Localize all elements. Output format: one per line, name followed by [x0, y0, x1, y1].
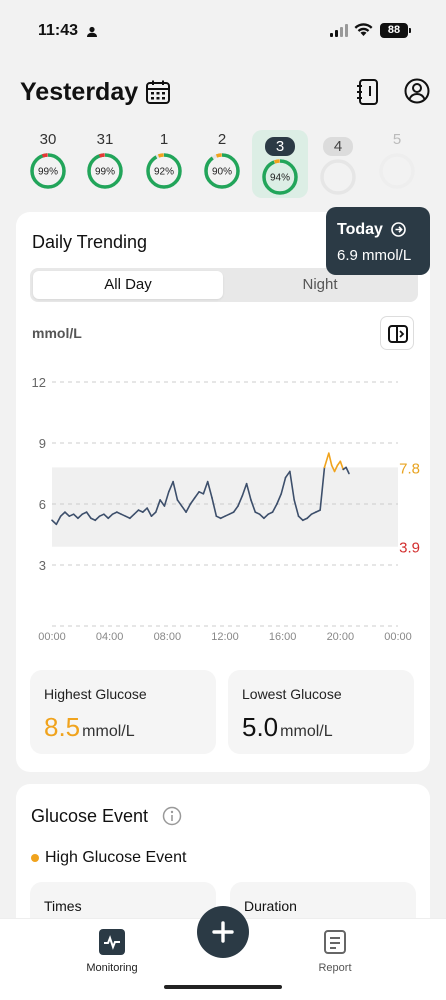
out-of-range-marker	[273, 159, 280, 164]
day-progress-ring	[320, 159, 356, 195]
tab-monitoring[interactable]: Monitoring	[72, 929, 152, 974]
day-item[interactable]: 1 92%	[136, 130, 192, 198]
day-percent: 99%	[38, 167, 58, 178]
calendar-icon[interactable]	[145, 79, 171, 110]
y-tick-label: 9	[39, 436, 46, 451]
day-number: 1	[159, 131, 169, 148]
times-label: Times	[44, 898, 82, 914]
report-icon	[324, 930, 346, 954]
day-item[interactable]: 31 99%	[77, 130, 133, 198]
profile-icon[interactable]	[404, 78, 430, 109]
glucose-chart: 12 9 6 3 7.8 3.9 00:00 04:00 08:00 12:00 16:00 20:0…	[32, 375, 420, 643]
lowest-glucose-value-row: 5.0 mmol/L	[242, 712, 333, 743]
logbook-icon[interactable]	[356, 78, 380, 111]
daily-trending-card: Daily Trending All Day Night mmol/L 12 9 6…	[16, 212, 430, 772]
tab-night[interactable]: Night	[225, 271, 415, 299]
glucose-line-segment	[327, 452, 333, 467]
tab-all-day[interactable]: All Day	[33, 271, 223, 299]
day-number: 5	[392, 131, 402, 148]
lowest-glucose-unit: mmol/L	[280, 723, 333, 740]
status-time: 11:43	[38, 22, 79, 39]
plus-icon	[212, 921, 234, 943]
highest-glucose-label: Highest Glucose	[44, 686, 147, 702]
day-number: 30	[39, 131, 57, 148]
day-number: 2	[217, 131, 227, 148]
day-progress-ring: 99%	[30, 153, 66, 189]
x-tick-label: 00:00	[38, 631, 66, 643]
info-icon[interactable]	[162, 806, 182, 831]
arrow-right-circle-icon	[391, 222, 406, 242]
x-tick-label: 00:00	[384, 631, 412, 643]
tab-report-label: Report	[318, 962, 352, 974]
target-high-label: 7.8	[399, 460, 420, 477]
layout-toggle-button[interactable]	[380, 316, 414, 350]
target-range-band	[52, 467, 398, 547]
day-progress-ring: 92%	[146, 153, 182, 189]
highest-glucose-card: Highest Glucose 8.5 mmol/L	[30, 670, 216, 754]
unit-label: mmol/L	[32, 325, 82, 341]
duration-label: Duration	[244, 898, 297, 914]
day-progress-ring: 94%	[262, 159, 298, 195]
day-item[interactable]: 30 99%	[20, 130, 76, 198]
home-indicator	[164, 985, 282, 989]
monitoring-icon	[99, 929, 125, 955]
lowest-glucose-label: Lowest Glucose	[242, 686, 342, 702]
card-title: Daily Trending	[32, 232, 148, 252]
battery-indicator: 88	[380, 23, 411, 38]
x-tick-label: 12:00	[211, 631, 239, 643]
target-low-label: 3.9	[399, 540, 420, 557]
today-tooltip[interactable]: Today 6.9 mmol/L	[326, 207, 430, 275]
header: Yesterday	[20, 74, 430, 114]
split-view-icon	[388, 325, 408, 343]
y-tick-label: 12	[32, 375, 46, 390]
x-tick-label: 04:00	[96, 631, 124, 643]
day-percent: 94%	[270, 173, 290, 184]
x-tick-label: 16:00	[269, 631, 297, 643]
day-progress-ring: 90%	[204, 153, 240, 189]
day-item[interactable]: 5	[369, 130, 425, 198]
day-item[interactable]: 2 90%	[194, 130, 250, 198]
y-tick-label: 3	[39, 558, 46, 573]
y-tick-label: 6	[39, 497, 46, 512]
lowest-glucose-value: 5.0	[242, 712, 279, 742]
x-tick-label: 20:00	[327, 631, 355, 643]
out-of-range-marker	[157, 153, 164, 158]
x-tick-label: 08:00	[154, 631, 182, 643]
day-number: 3	[265, 137, 295, 156]
high-event-dot	[31, 854, 39, 862]
day-number: 4	[323, 137, 353, 156]
day-progress-ring	[379, 153, 415, 189]
tab-report[interactable]: Report	[295, 929, 375, 974]
highest-glucose-value-row: 8.5 mmol/L	[44, 712, 135, 743]
status-bar: 11:43 88	[0, 0, 446, 60]
day-percent: 90%	[212, 167, 232, 178]
highest-glucose-unit: mmol/L	[82, 723, 135, 740]
high-glucose-event-label: High Glucose Event	[45, 849, 187, 866]
out-of-range-marker	[98, 153, 105, 158]
add-button[interactable]	[197, 906, 249, 958]
day-percent: 99%	[95, 167, 115, 178]
day-selector: 30 99% 31 99% 1 92% 2 90% 3 94% 4 5	[0, 128, 446, 200]
wifi-icon	[354, 23, 373, 42]
lowest-glucose-card: Lowest Glucose 5.0 mmol/L	[228, 670, 414, 754]
tooltip-value: 6.9 mmol/L	[337, 247, 412, 264]
day-percent: 92%	[154, 167, 174, 178]
highest-glucose-value: 8.5	[44, 712, 81, 742]
glucose-line-segment	[323, 452, 330, 469]
day-number: 31	[96, 131, 114, 148]
day-item[interactable]: 4	[310, 130, 366, 198]
person-icon	[86, 25, 98, 43]
glucose-event-title: Glucose Event	[31, 806, 149, 826]
page-title: Yesterday	[20, 78, 139, 106]
tab-monitoring-label: Monitoring	[86, 962, 138, 974]
cellular-signal-icon	[330, 24, 348, 42]
out-of-range-marker	[215, 153, 222, 158]
day-progress-ring: 99%	[87, 153, 123, 189]
tooltip-title: Today	[337, 221, 383, 238]
day-item[interactable]: 3 94%	[252, 130, 308, 198]
out-of-range-marker	[41, 153, 48, 158]
